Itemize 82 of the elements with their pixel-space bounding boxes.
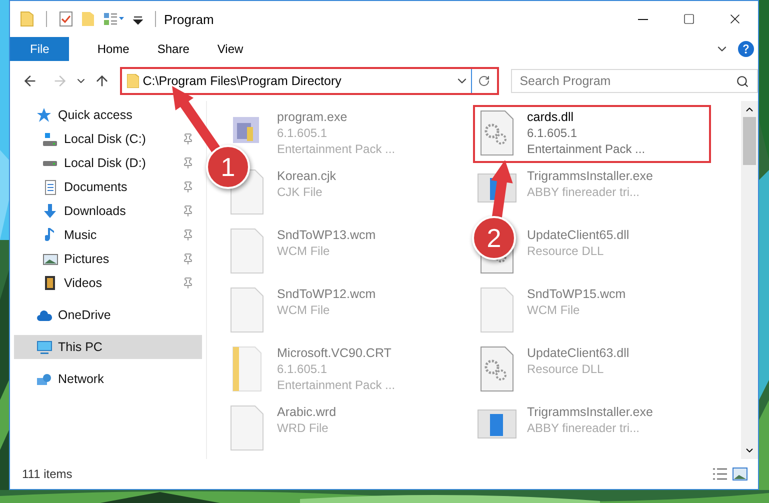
nav-item[interactable]: Videos <box>14 271 202 295</box>
file-name[interactable]: Microsoft.VC90.CRT <box>277 345 396 361</box>
file-detail: Entertainment Pack ... <box>527 141 646 157</box>
file-name[interactable]: cards.dll <box>527 109 646 125</box>
pin-icon[interactable] <box>182 253 194 265</box>
back-arrow-icon <box>22 73 38 89</box>
pin-icon[interactable] <box>182 229 194 241</box>
picture-icon <box>42 254 58 264</box>
file-detail: Resource DLL <box>527 361 605 377</box>
window-title: Program <box>164 12 214 26</box>
file-detail: WCM File <box>277 243 331 259</box>
file-detail: ABBY finereader tri... <box>527 420 640 436</box>
pin-icon[interactable] <box>182 133 194 145</box>
customize-icon[interactable] <box>103 11 125 27</box>
computer-icon <box>36 340 52 354</box>
drive-icon <box>43 160 57 166</box>
file-name[interactable]: SndToWP15.wcm <box>527 286 626 302</box>
file-detail: 6.1.605.1 <box>277 361 328 377</box>
nav-item[interactable]: Network <box>14 367 202 391</box>
pin-icon[interactable] <box>182 181 194 193</box>
file-detail: WCM File <box>277 302 331 318</box>
nav-item[interactable]: Music <box>14 223 202 247</box>
tiles-view-button[interactable] <box>730 467 750 481</box>
cloud-icon <box>36 310 52 320</box>
network-icon <box>37 374 51 384</box>
new-folder-icon[interactable] <box>81 11 95 27</box>
file-detail: Entertainment Pack ... <box>277 141 396 157</box>
nav-item[interactable]: OneDrive <box>14 303 202 327</box>
ribbon-tab[interactable]: View <box>203 37 258 61</box>
file-name[interactable]: Arabic.wrd <box>277 404 336 420</box>
pin-icon[interactable] <box>182 277 194 289</box>
file-detail: CJK File <box>277 184 324 200</box>
pin-icon[interactable] <box>182 205 194 217</box>
nav-item[interactable]: Documents <box>14 175 202 199</box>
ribbon-tab[interactable]: Home <box>83 37 144 61</box>
file-detail: 6.1.605.1 <box>527 125 578 141</box>
search-icon <box>736 74 750 88</box>
file-detail: ABBY finereader tri... <box>527 184 640 200</box>
list-icon <box>712 467 728 481</box>
nav-item[interactable]: This PC <box>14 335 202 359</box>
pin-icon[interactable] <box>182 157 194 169</box>
nav-item[interactable]: Local Disk (C:) <box>14 127 202 151</box>
nav-item[interactable]: Downloads <box>14 199 202 223</box>
scrollbar[interactable] <box>741 101 758 459</box>
file-name[interactable]: Korean.cjk <box>277 168 336 184</box>
ribbon-tab[interactable]: Share <box>143 37 204 61</box>
picture-icon <box>732 467 748 481</box>
file-name[interactable]: UpdateClient63.dll <box>527 345 630 361</box>
file-name[interactable]: TrigrammsInstaller.exe <box>527 404 653 420</box>
address-field[interactable]: C:\Program Files\Program Directory <box>138 74 453 88</box>
scroll-thumb[interactable] <box>743 117 756 165</box>
maximize-icon <box>683 13 695 25</box>
search-box[interactable]: Search Program <box>510 69 758 93</box>
nav-item[interactable]: Local Disk (D:) <box>14 151 202 175</box>
file-name[interactable]: UpdateClient65.dll <box>527 227 630 243</box>
help-icon <box>738 41 754 57</box>
document-icon <box>44 180 56 194</box>
folder-icon <box>126 74 139 88</box>
file-detail: Entertainment Pack ... <box>277 377 396 393</box>
download-icon <box>44 204 56 218</box>
address-bar[interactable]: C:\Program Files\Program Directory <box>120 67 499 95</box>
drive-icon <box>43 132 57 146</box>
item-count: 111 items <box>22 467 74 481</box>
nav-item[interactable]: Pictures <box>14 247 202 271</box>
details-view-button[interactable] <box>710 467 730 481</box>
nav-item[interactable]: Quick access <box>14 103 202 127</box>
file-detail: 6.1.605.1 <box>277 125 328 141</box>
file-detail: Resource DLL <box>527 243 605 259</box>
file-name[interactable]: program.exe <box>277 109 396 125</box>
film-icon <box>45 276 55 290</box>
refresh-icon <box>478 75 490 87</box>
file-detail: WRD File <box>277 420 330 436</box>
file-detail: WCM File <box>527 302 581 318</box>
star-icon <box>36 108 52 122</box>
minimize-icon <box>638 18 648 20</box>
file-name[interactable]: TrigrammsInstaller.exe <box>527 168 653 184</box>
file-name[interactable]: SndToWP13.wcm <box>277 227 376 243</box>
folder-icon[interactable] <box>20 11 34 27</box>
properties-icon[interactable] <box>59 11 73 27</box>
music-note-icon <box>45 228 55 242</box>
file-menu-button[interactable]: File <box>10 37 70 61</box>
file-name[interactable]: SndToWP12.wcm <box>277 286 376 302</box>
